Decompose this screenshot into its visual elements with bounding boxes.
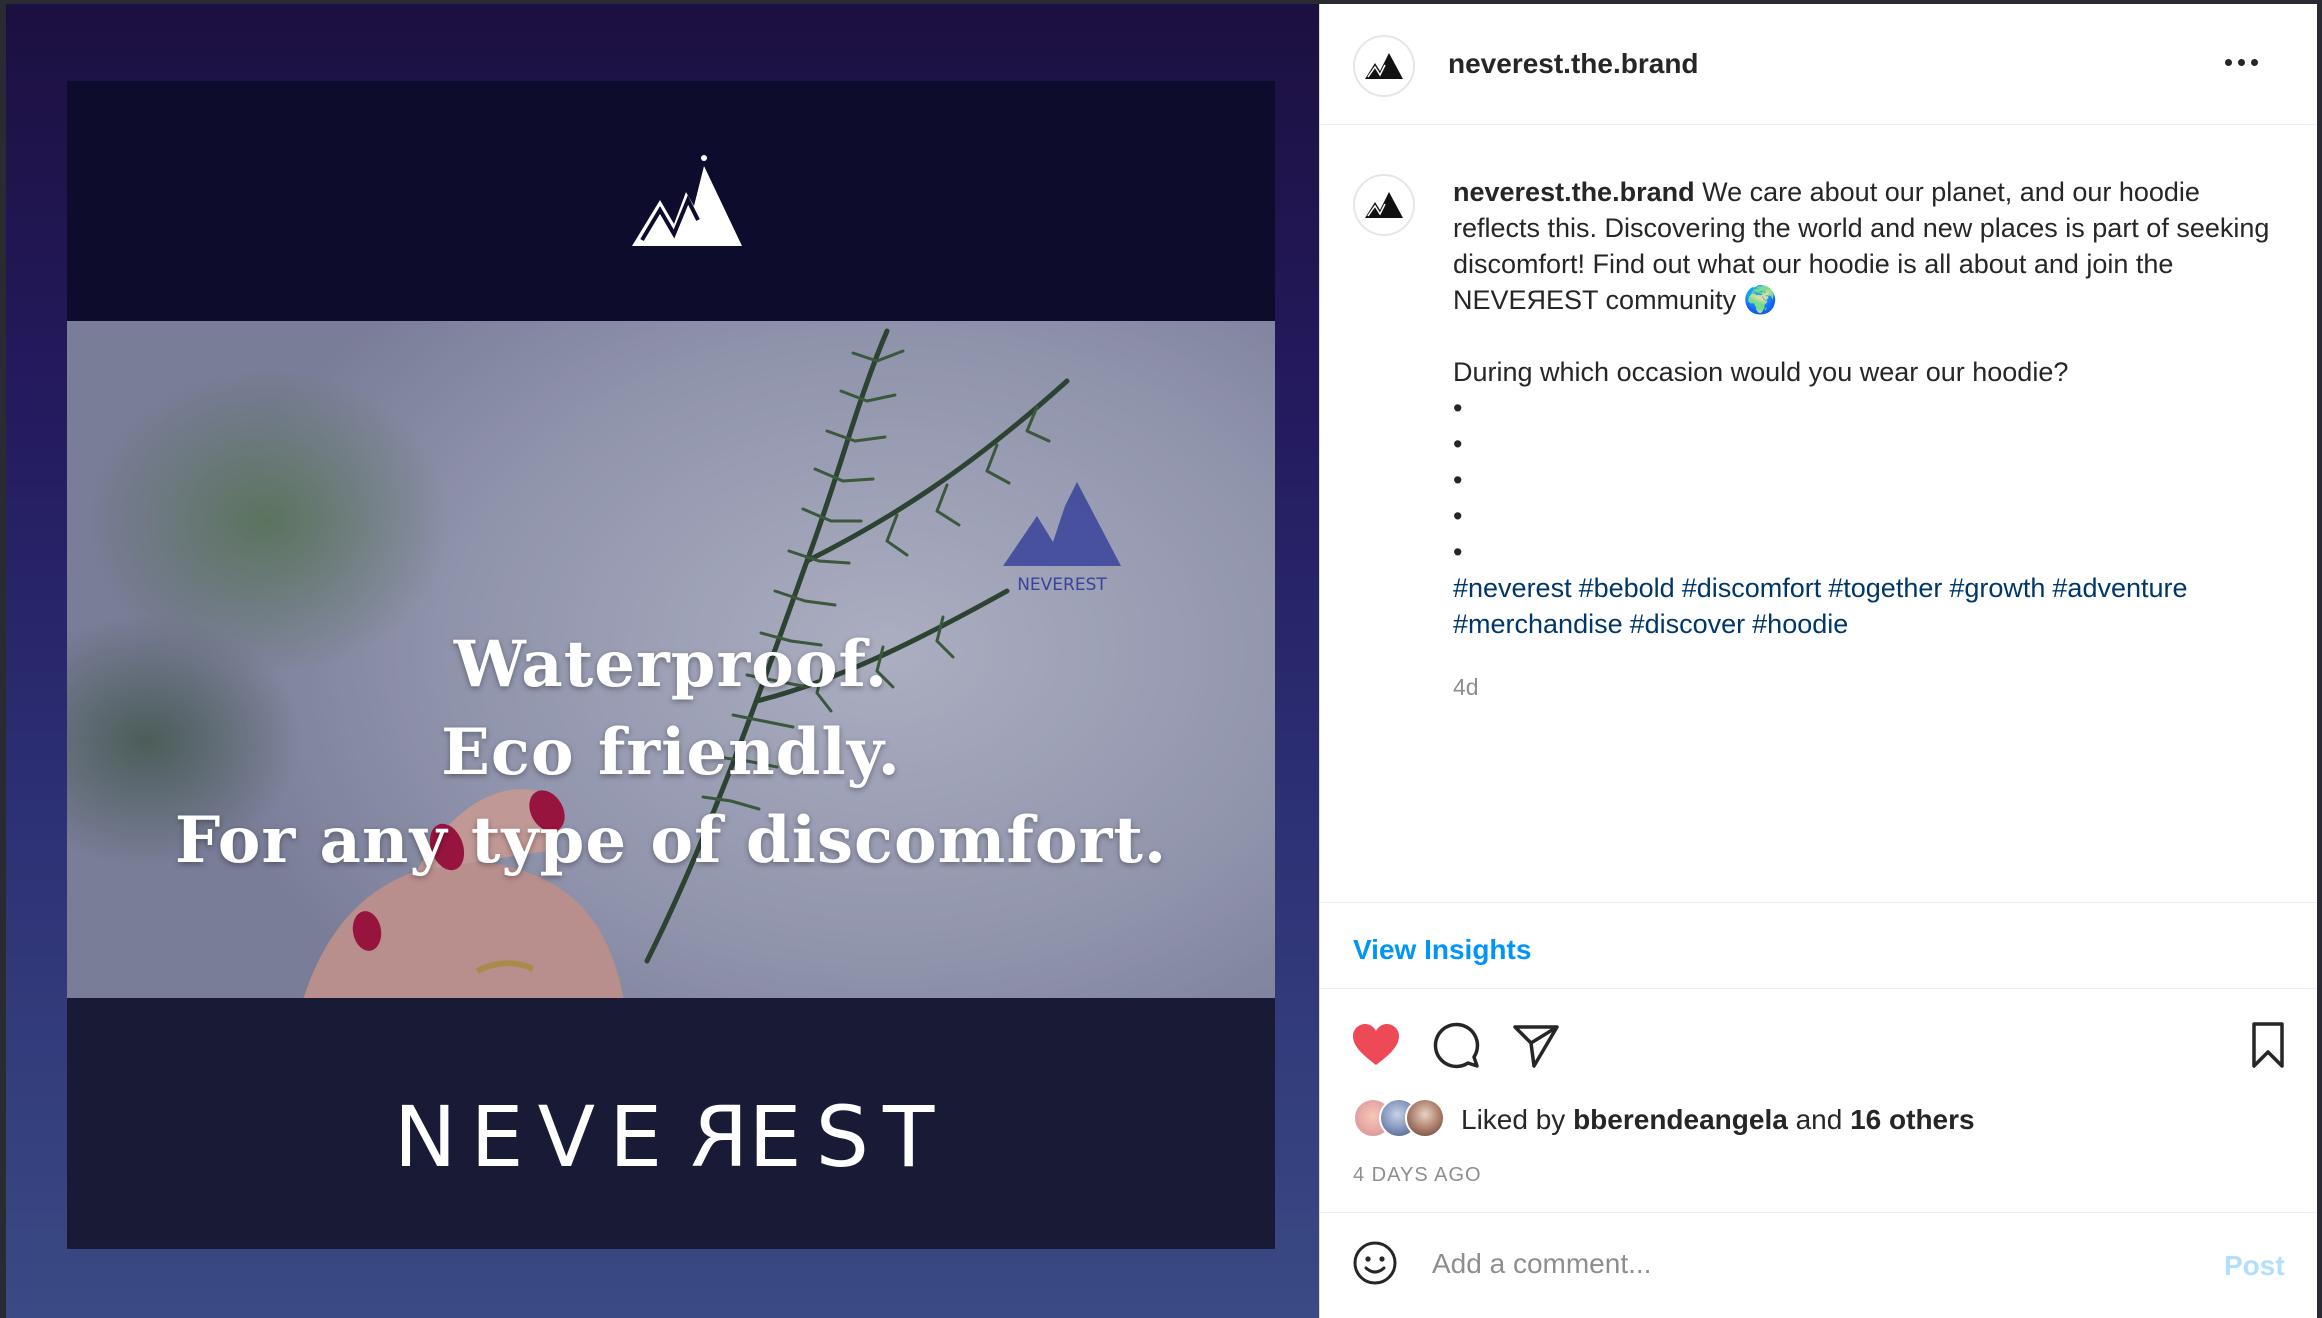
header-username[interactable]: neverest.the.brand [1448, 48, 1699, 80]
hashtag-link[interactable]: #neverest [1453, 573, 1572, 603]
post-comment-button[interactable]: Post [2224, 1250, 2285, 1282]
caption-dot: • [1453, 501, 1463, 531]
hashtag-link[interactable]: #discover [1630, 609, 1746, 639]
post-age[interactable]: 4d [1453, 674, 1479, 701]
headline-line: Eco friendly. [441, 715, 901, 790]
comment-input[interactable] [1432, 1242, 2192, 1286]
post-image: NEVEREST Waterproof. Eco friendly. For a… [67, 81, 1275, 1249]
comment-icon [1433, 1022, 1480, 1069]
hashtag-link[interactable]: #hoodie [1752, 609, 1848, 639]
hashtag-link[interactable]: #discomfort [1682, 573, 1822, 603]
view-insights-link[interactable]: View Insights [1353, 934, 1531, 966]
caption-dot: • [1453, 465, 1463, 495]
headline-line: Waterproof. [453, 627, 889, 702]
smiley-icon [1353, 1241, 1397, 1285]
brand-wordmark: NEVEREST [67, 1088, 1275, 1186]
mountain-logo-icon [1365, 53, 1403, 79]
more-horizontal-icon [2237, 58, 2245, 66]
comment-button[interactable] [1430, 1019, 1482, 1071]
hashtag-list: #neverest #bebold #discomfort #together #gro… [1453, 570, 2293, 642]
like-button[interactable] [1350, 1019, 1402, 1071]
image-headline: Waterproof. Eco friendly. For any type o… [67, 621, 1275, 885]
hashtag-link[interactable]: #growth [1949, 573, 2045, 603]
divider [1320, 1212, 2317, 1213]
headline-line: For any type of discomfort. [174, 803, 1168, 878]
liker-username[interactable]: bberendeangela [1573, 1104, 1788, 1135]
emoji-button[interactable] [1352, 1240, 1398, 1286]
paper-plane-icon [1513, 1025, 1559, 1068]
caption-avatar[interactable] [1353, 174, 1415, 236]
avatar [1405, 1098, 1445, 1138]
mountain-logo-icon [632, 155, 742, 246]
hoodie-photo: NEVEREST Waterproof. Eco friendly. For a… [67, 321, 1275, 998]
post-details-panel: neverest.the.brand neverest.the.brand We… [1319, 4, 2317, 1318]
image-top-band [67, 81, 1275, 321]
wordmark-reversed-r: R [676, 1088, 749, 1186]
likes-summary: Liked by bberendeangela and 16 others [1461, 1104, 1975, 1136]
bookmark-icon [2252, 1022, 2284, 1068]
caption-dot: • [1453, 429, 1463, 459]
post-caption: neverest.the.brand We care about our pla… [1453, 174, 2293, 642]
share-button[interactable] [1510, 1019, 1562, 1071]
post-media[interactable]: NEVEREST Waterproof. Eco friendly. For a… [6, 4, 1319, 1318]
avatar[interactable] [1353, 35, 1415, 97]
hashtag-link[interactable]: #merchandise [1453, 609, 1623, 639]
post-date: 4 DAYS AGO [1353, 1164, 1482, 1186]
more-options-button[interactable] [2216, 44, 2266, 80]
hashtag-link[interactable]: #together [1828, 573, 1942, 603]
caption-username[interactable]: neverest.the.brand [1453, 177, 1695, 207]
likes-conjunction: and [1795, 1104, 1843, 1135]
caption-question: During which occasion would you wear our… [1453, 357, 2069, 387]
caption-dot: • [1453, 537, 1463, 567]
liker-avatars[interactable] [1353, 1098, 1453, 1140]
likes-prefix: Liked by [1461, 1104, 1566, 1135]
divider [1320, 124, 2317, 125]
likes-others-link[interactable]: 16 others [1850, 1104, 1975, 1135]
heart-filled-icon [1353, 1024, 1399, 1065]
caption-dot: • [1453, 393, 1463, 423]
more-horizontal-icon [2250, 58, 2258, 66]
more-horizontal-icon [2224, 58, 2232, 66]
hashtag-link[interactable]: #bebold [1579, 573, 1675, 603]
hashtag-link[interactable]: #adventure [2052, 573, 2187, 603]
divider [1320, 988, 2317, 989]
mountain-logo-icon [1365, 192, 1403, 218]
wordmark-part: NEVE [393, 1088, 677, 1186]
save-button[interactable] [2242, 1019, 2294, 1071]
image-bottom-band: NEVEREST [67, 998, 1275, 1249]
divider [1320, 902, 2317, 903]
wordmark-part: EST [748, 1088, 949, 1186]
